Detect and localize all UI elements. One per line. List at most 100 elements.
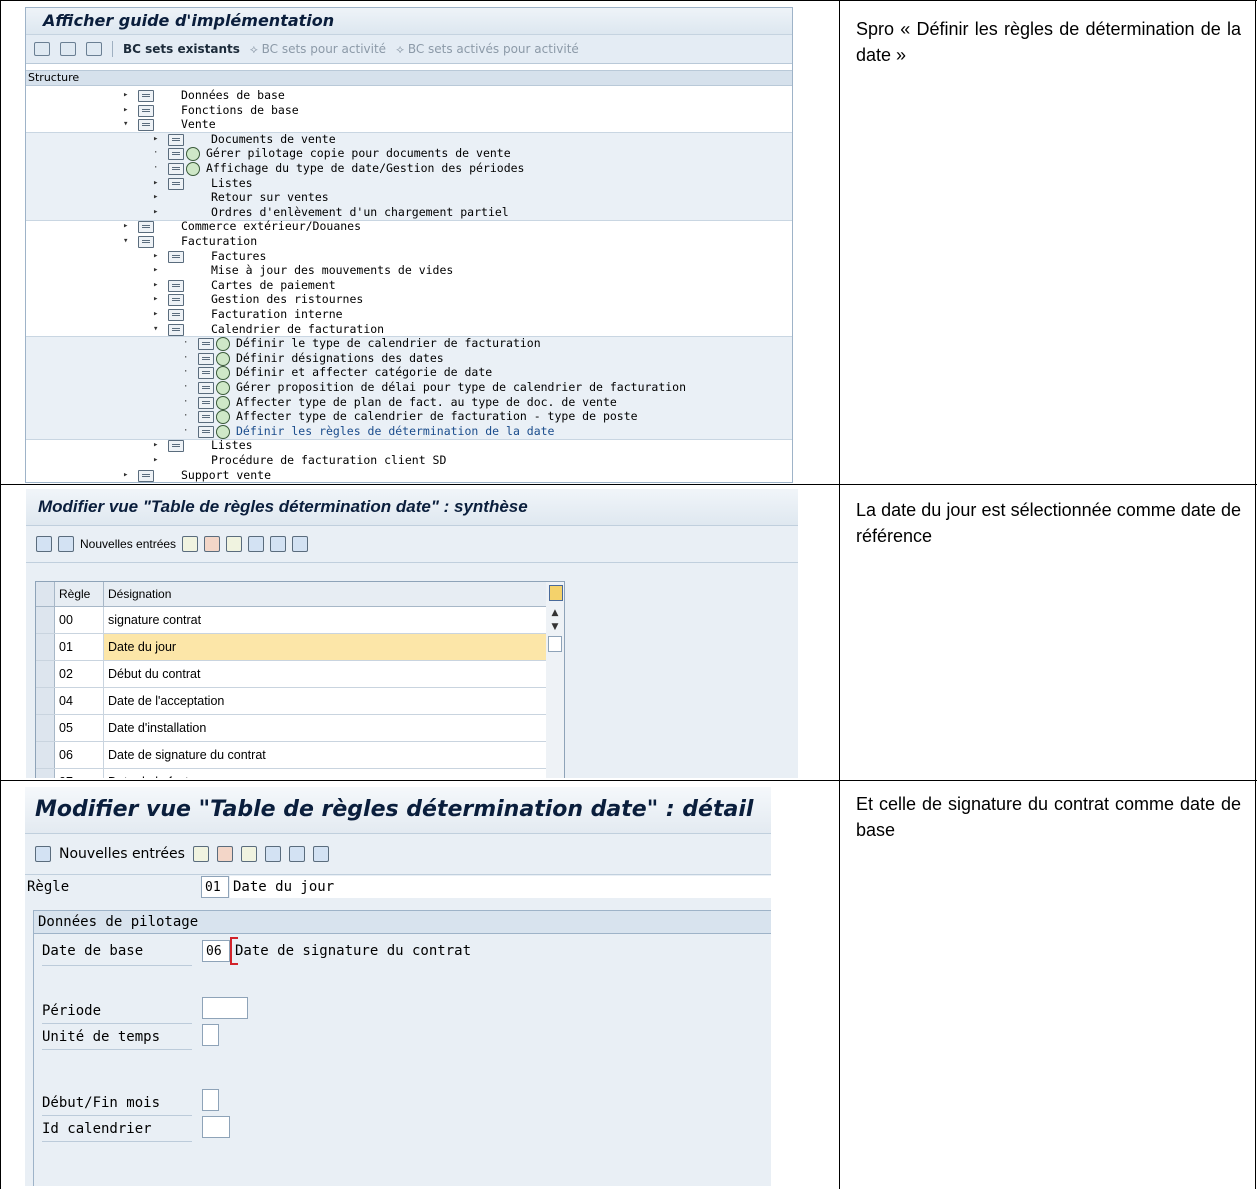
undo-icon[interactable] bbox=[226, 536, 243, 552]
collapse-arrow-icon[interactable]: ▾ bbox=[123, 234, 128, 249]
designation-cell[interactable]: Date de la facture bbox=[104, 769, 546, 778]
documentation-icon[interactable] bbox=[168, 148, 184, 161]
designation-cell[interactable]: Date d'installation bbox=[104, 715, 546, 741]
tree-node[interactable]: ▸ Gestion des ristournes bbox=[26, 292, 792, 307]
tree-node[interactable]: · Définir le type de calendrier de factur… bbox=[26, 336, 792, 352]
tree-node[interactable]: ▸ Listes bbox=[26, 438, 792, 453]
expand-arrow-icon[interactable]: ▸ bbox=[123, 88, 128, 103]
expand-arrow-icon[interactable]: ▸ bbox=[153, 453, 158, 468]
leaf-dot-icon[interactable]: · bbox=[183, 351, 188, 366]
copy-icon[interactable] bbox=[182, 536, 199, 552]
bookmark-icon[interactable] bbox=[86, 42, 102, 56]
tree-node[interactable]: · Gérer pilotage copie pour documents de … bbox=[26, 146, 792, 162]
table-scrollbar[interactable]: ▲ ▼ bbox=[546, 581, 565, 778]
other-entry-icon[interactable] bbox=[312, 846, 329, 862]
tree-node[interactable]: · Affecter type de plan de fact. au type … bbox=[26, 395, 792, 410]
documentation-icon[interactable] bbox=[198, 411, 214, 424]
execute-activity-icon[interactable] bbox=[216, 366, 230, 381]
documentation-icon[interactable] bbox=[168, 177, 184, 190]
expand-arrow-icon[interactable]: ▸ bbox=[123, 103, 128, 118]
documentation-icon[interactable] bbox=[168, 323, 184, 336]
expand-arrow-icon[interactable]: ▸ bbox=[153, 249, 158, 264]
table-row[interactable]: 05 Date d'installation bbox=[36, 715, 546, 742]
designation-cell[interactable]: Début du contrat bbox=[104, 661, 546, 687]
scroll-down-icon[interactable]: ▼ bbox=[546, 620, 564, 634]
expand-arrow-icon[interactable]: ▸ bbox=[123, 468, 128, 482]
execute-activity-icon[interactable] bbox=[216, 337, 230, 352]
tree-node[interactable]: ▸ Mise à jour des mouvements de vides bbox=[26, 263, 792, 278]
leaf-dot-icon[interactable]: · bbox=[183, 380, 188, 395]
tree-node[interactable]: ▸ Documents de vente bbox=[26, 132, 792, 147]
leaf-dot-icon[interactable]: · bbox=[183, 395, 188, 410]
next-entry-icon[interactable] bbox=[288, 846, 305, 862]
row-selector[interactable] bbox=[36, 607, 55, 633]
documentation-icon[interactable] bbox=[198, 352, 214, 365]
tree-node[interactable]: ▸ Cartes de paiement bbox=[26, 278, 792, 293]
copy-icon[interactable] bbox=[192, 846, 209, 862]
expand-arrow-icon[interactable]: ▸ bbox=[153, 205, 158, 220]
table-row[interactable]: 02 Début du contrat bbox=[36, 661, 546, 688]
tree-node[interactable]: · Affecter type de calendrier de facturat… bbox=[26, 409, 792, 425]
column-header-designation[interactable]: Désignation bbox=[104, 582, 546, 606]
undo-icon[interactable] bbox=[240, 846, 257, 862]
expand-arrow-icon[interactable]: ▸ bbox=[153, 278, 158, 293]
table-row[interactable]: 07Date de la facture bbox=[36, 769, 546, 778]
execute-activity-icon[interactable] bbox=[216, 351, 230, 366]
unite-temps-field[interactable] bbox=[202, 1024, 219, 1046]
execute-activity-icon[interactable] bbox=[216, 395, 230, 410]
table-settings-icon[interactable] bbox=[549, 585, 563, 601]
table-row[interactable]: 06 Date de signature du contrat bbox=[36, 742, 546, 769]
tree-node[interactable]: ▸ Listes bbox=[26, 176, 792, 191]
expand-arrow-icon[interactable]: ▸ bbox=[153, 292, 158, 307]
leaf-dot-icon[interactable]: · bbox=[153, 146, 158, 161]
bc-sets-activite-button[interactable]: ⟡ BC sets pour activité bbox=[250, 42, 386, 57]
leaf-dot-icon[interactable]: · bbox=[183, 336, 188, 351]
tree-node[interactable]: · Définir désignations des dates bbox=[26, 351, 792, 366]
expand-arrow-icon[interactable]: ▸ bbox=[153, 132, 158, 147]
row-selector[interactable] bbox=[36, 742, 55, 768]
documentation-icon[interactable] bbox=[198, 425, 214, 438]
documentation-icon[interactable] bbox=[198, 338, 214, 351]
edit-toggle-icon[interactable] bbox=[36, 536, 52, 552]
leaf-dot-icon[interactable]: · bbox=[153, 161, 158, 176]
previous-entry-icon[interactable] bbox=[264, 846, 281, 862]
documentation-icon[interactable] bbox=[138, 119, 154, 132]
execute-activity-icon[interactable] bbox=[186, 162, 200, 176]
row-selector[interactable] bbox=[36, 634, 55, 660]
documentation-icon[interactable] bbox=[168, 440, 184, 453]
expand-arrow-icon[interactable]: ▸ bbox=[123, 219, 128, 234]
id-calendrier-field[interactable] bbox=[202, 1116, 230, 1138]
tree-node[interactable]: ▸ Fonctions de base bbox=[26, 103, 792, 118]
documentation-icon[interactable] bbox=[168, 163, 184, 175]
collapse-arrow-icon[interactable]: ▾ bbox=[123, 117, 128, 132]
new-entries-button[interactable]: Nouvelles entrées bbox=[80, 537, 176, 551]
designation-cell[interactable]: signature contrat bbox=[104, 607, 546, 633]
periode-field[interactable] bbox=[202, 997, 248, 1019]
tree-node[interactable]: ▸ Support vente bbox=[26, 468, 792, 482]
delete-icon[interactable] bbox=[216, 846, 233, 862]
tree-node[interactable]: ▸ Ordres d'enlèvement d'un chargement par… bbox=[26, 205, 792, 220]
leaf-dot-icon[interactable]: · bbox=[183, 365, 188, 380]
row-selector-header[interactable] bbox=[36, 582, 55, 606]
documentation-icon[interactable] bbox=[168, 133, 184, 146]
deselect-all-icon[interactable] bbox=[292, 536, 309, 552]
expand-arrow-icon[interactable]: ▸ bbox=[153, 307, 158, 322]
row-selector[interactable] bbox=[36, 688, 55, 714]
tree-node[interactable]: ▸ Retour sur ventes bbox=[26, 190, 792, 205]
scroll-up-icon[interactable]: ▲ bbox=[546, 606, 564, 620]
designation-cell[interactable]: Date de signature du contrat bbox=[104, 742, 546, 768]
leaf-dot-icon[interactable]: · bbox=[183, 409, 188, 424]
tree-node[interactable]: ▸ Commerce extérieur/Douanes bbox=[26, 219, 792, 234]
row-selector[interactable] bbox=[36, 715, 55, 741]
execute-activity-icon[interactable] bbox=[216, 381, 230, 395]
tree-node[interactable]: ▸ Facturation interne bbox=[26, 307, 792, 322]
table-row[interactable]: 04 Date de l'acceptation bbox=[36, 688, 546, 715]
documentation-icon[interactable] bbox=[138, 469, 154, 482]
tree-node[interactable]: · Définir et affecter catégorie de date bbox=[26, 365, 792, 381]
bc-sets-existants-button[interactable]: BC sets existants bbox=[123, 42, 240, 56]
bc-sets-actives-button[interactable]: ⟡ BC sets activés pour activité bbox=[396, 42, 579, 57]
expand-arrow-icon[interactable]: ▸ bbox=[153, 263, 158, 278]
date-base-code-field[interactable]: 06 bbox=[202, 940, 230, 962]
debut-fin-mois-field[interactable] bbox=[202, 1089, 219, 1111]
expand-arrow-icon[interactable]: ▸ bbox=[153, 190, 158, 205]
